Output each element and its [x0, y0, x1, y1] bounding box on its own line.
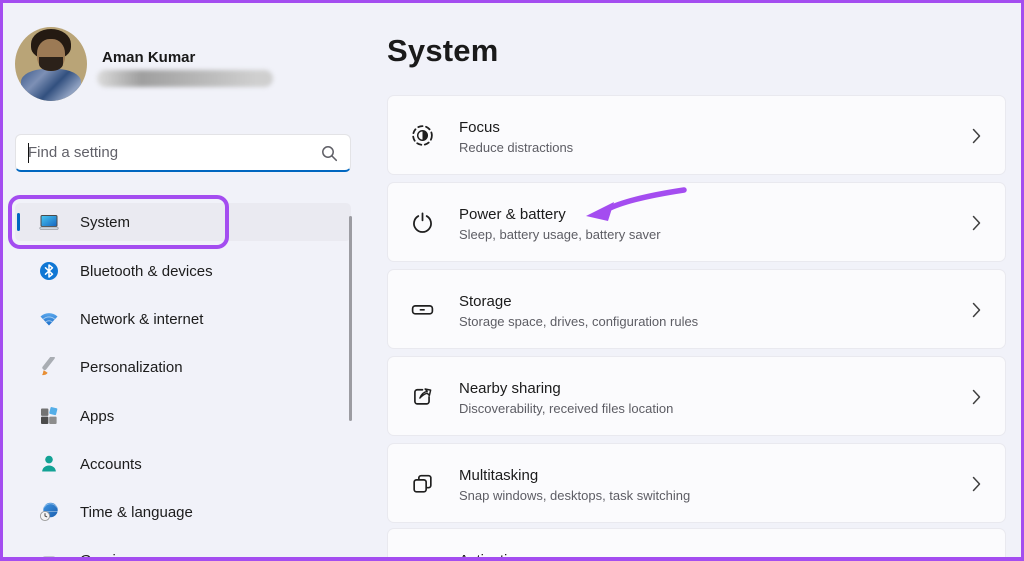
card-subtitle: Discoverability, received files location	[459, 401, 674, 416]
card-subtitle: Storage space, drives, configuration rul…	[459, 314, 699, 329]
page-title: System	[387, 33, 499, 68]
card-subtitle: Reduce distractions	[459, 140, 574, 155]
system-icon	[39, 212, 59, 232]
wifi-icon	[39, 309, 59, 329]
power-icon	[410, 210, 435, 235]
chevron-right-icon	[972, 215, 981, 236]
user-email-redacted	[97, 70, 273, 87]
settings-window: Aman Kumar System Bluetooth & devices Ne…	[0, 0, 1024, 561]
card-power-battery[interactable]: Power & battery Sleep, battery usage, ba…	[387, 182, 1006, 262]
brush-icon	[39, 357, 59, 377]
search-icon[interactable]	[321, 145, 338, 167]
sidebar-item-label: Time & language	[80, 503, 193, 521]
gaming-icon	[39, 550, 59, 557]
sidebar-item-network-internet[interactable]: Network & internet	[15, 300, 351, 338]
sidebar-item-apps[interactable]: Apps	[15, 397, 351, 435]
card-title: Storage	[459, 293, 512, 310]
chevron-right-icon	[972, 476, 981, 497]
card-activation[interactable]: Activation	[387, 528, 1006, 561]
sidebar-item-label: Personalization	[80, 358, 183, 376]
card-title: Power & battery	[459, 206, 566, 223]
sidebar-scrollbar[interactable]	[349, 216, 352, 421]
accounts-icon	[39, 454, 59, 474]
nearby-sharing-icon	[410, 384, 435, 409]
sidebar-item-label: Bluetooth & devices	[80, 262, 213, 280]
selected-accent-bar	[17, 213, 20, 231]
activation-icon	[410, 556, 435, 557]
card-storage[interactable]: Storage Storage space, drives, configura…	[387, 269, 1006, 349]
search-input[interactable]	[28, 135, 308, 170]
card-subtitle: Sleep, battery usage, battery saver	[459, 227, 661, 242]
sidebar-item-system[interactable]: System	[15, 203, 351, 241]
search-box[interactable]	[15, 134, 351, 172]
multitasking-icon	[410, 471, 435, 496]
apps-icon	[39, 406, 59, 426]
card-nearby-sharing[interactable]: Nearby sharing Discoverability, received…	[387, 356, 1006, 436]
user-name: Aman Kumar	[102, 49, 196, 66]
sidebar-item-label: Gaming	[80, 551, 133, 561]
card-title: Multitasking	[459, 467, 539, 484]
chevron-right-icon	[972, 389, 981, 410]
sidebar-item-label: Network & internet	[80, 310, 204, 328]
card-title: Nearby sharing	[459, 380, 561, 397]
chevron-right-icon	[972, 128, 981, 149]
sidebar-item-label: Apps	[80, 407, 115, 425]
time-language-icon	[39, 502, 59, 522]
bluetooth-icon	[39, 261, 59, 281]
focus-icon	[410, 123, 435, 148]
card-multitasking[interactable]: Multitasking Snap windows, desktops, tas…	[387, 443, 1006, 523]
card-focus[interactable]: Focus Reduce distractions	[387, 95, 1006, 175]
sidebar-item-gaming[interactable]: Gaming	[15, 541, 351, 561]
card-title: Focus	[459, 119, 500, 136]
avatar[interactable]	[15, 27, 87, 101]
card-title: Activation	[459, 552, 525, 561]
sidebar-item-personalization[interactable]: Personalization	[15, 348, 351, 386]
sidebar-item-label: System	[80, 213, 131, 231]
card-subtitle: Snap windows, desktops, task switching	[459, 488, 691, 503]
sidebar-item-bluetooth-devices[interactable]: Bluetooth & devices	[15, 252, 351, 290]
chevron-right-icon	[972, 302, 981, 323]
storage-icon	[410, 297, 435, 322]
sidebar-item-time-language[interactable]: Time & language	[15, 493, 351, 531]
sidebar-item-label: Accounts	[80, 455, 142, 473]
sidebar-item-accounts[interactable]: Accounts	[15, 445, 351, 483]
